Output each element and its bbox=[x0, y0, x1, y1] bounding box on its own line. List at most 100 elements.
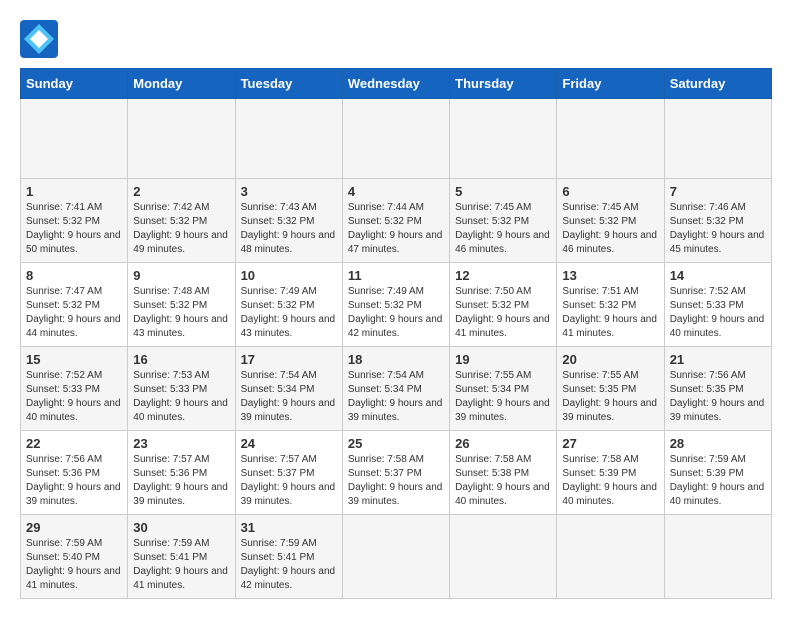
day-info: Sunrise: 7:41 AMSunset: 5:32 PMDaylight:… bbox=[26, 202, 121, 255]
weekday-header: Saturday bbox=[664, 69, 771, 99]
calendar-cell bbox=[450, 99, 557, 179]
calendar-week-row: 8 Sunrise: 7:47 AMSunset: 5:32 PMDayligh… bbox=[21, 263, 772, 347]
calendar-cell: 6 Sunrise: 7:45 AMSunset: 5:32 PMDayligh… bbox=[557, 179, 664, 263]
day-info: Sunrise: 7:46 AMSunset: 5:32 PMDaylight:… bbox=[670, 202, 765, 255]
day-info: Sunrise: 7:51 AMSunset: 5:32 PMDaylight:… bbox=[562, 286, 657, 339]
calendar-cell: 11 Sunrise: 7:49 AMSunset: 5:32 PMDaylig… bbox=[342, 263, 449, 347]
calendar-cell: 27 Sunrise: 7:58 AMSunset: 5:39 PMDaylig… bbox=[557, 431, 664, 515]
day-info: Sunrise: 7:55 AMSunset: 5:34 PMDaylight:… bbox=[455, 370, 550, 423]
day-number: 15 bbox=[26, 352, 122, 367]
calendar-cell bbox=[557, 515, 664, 599]
day-number: 28 bbox=[670, 436, 766, 451]
day-number: 30 bbox=[133, 520, 229, 535]
calendar-cell: 26 Sunrise: 7:58 AMSunset: 5:38 PMDaylig… bbox=[450, 431, 557, 515]
calendar-cell bbox=[342, 515, 449, 599]
day-info: Sunrise: 7:56 AMSunset: 5:35 PMDaylight:… bbox=[670, 370, 765, 423]
calendar-week-row: 1 Sunrise: 7:41 AMSunset: 5:32 PMDayligh… bbox=[21, 179, 772, 263]
day-number: 19 bbox=[455, 352, 551, 367]
day-info: Sunrise: 7:43 AMSunset: 5:32 PMDaylight:… bbox=[241, 202, 336, 255]
day-number: 7 bbox=[670, 184, 766, 199]
day-info: Sunrise: 7:55 AMSunset: 5:35 PMDaylight:… bbox=[562, 370, 657, 423]
calendar-cell: 23 Sunrise: 7:57 AMSunset: 5:36 PMDaylig… bbox=[128, 431, 235, 515]
day-info: Sunrise: 7:47 AMSunset: 5:32 PMDaylight:… bbox=[26, 286, 121, 339]
day-number: 14 bbox=[670, 268, 766, 283]
day-number: 31 bbox=[241, 520, 337, 535]
calendar-cell: 8 Sunrise: 7:47 AMSunset: 5:32 PMDayligh… bbox=[21, 263, 128, 347]
calendar-cell bbox=[235, 99, 342, 179]
day-number: 21 bbox=[670, 352, 766, 367]
weekday-header: Thursday bbox=[450, 69, 557, 99]
day-number: 26 bbox=[455, 436, 551, 451]
day-info: Sunrise: 7:52 AMSunset: 5:33 PMDaylight:… bbox=[26, 370, 121, 423]
calendar-cell: 2 Sunrise: 7:42 AMSunset: 5:32 PMDayligh… bbox=[128, 179, 235, 263]
calendar-cell bbox=[128, 99, 235, 179]
calendar-cell bbox=[450, 515, 557, 599]
day-info: Sunrise: 7:44 AMSunset: 5:32 PMDaylight:… bbox=[348, 202, 443, 255]
weekday-header: Monday bbox=[128, 69, 235, 99]
calendar-cell: 28 Sunrise: 7:59 AMSunset: 5:39 PMDaylig… bbox=[664, 431, 771, 515]
day-number: 12 bbox=[455, 268, 551, 283]
day-info: Sunrise: 7:59 AMSunset: 5:40 PMDaylight:… bbox=[26, 538, 121, 591]
calendar-cell bbox=[21, 99, 128, 179]
day-info: Sunrise: 7:59 AMSunset: 5:39 PMDaylight:… bbox=[670, 454, 765, 507]
day-number: 2 bbox=[133, 184, 229, 199]
day-info: Sunrise: 7:59 AMSunset: 5:41 PMDaylight:… bbox=[133, 538, 228, 591]
logo bbox=[20, 20, 62, 58]
calendar-cell: 31 Sunrise: 7:59 AMSunset: 5:41 PMDaylig… bbox=[235, 515, 342, 599]
day-number: 5 bbox=[455, 184, 551, 199]
calendar-cell bbox=[664, 99, 771, 179]
calendar-cell: 9 Sunrise: 7:48 AMSunset: 5:32 PMDayligh… bbox=[128, 263, 235, 347]
day-number: 23 bbox=[133, 436, 229, 451]
day-info: Sunrise: 7:45 AMSunset: 5:32 PMDaylight:… bbox=[455, 202, 550, 255]
calendar-week-row: 15 Sunrise: 7:52 AMSunset: 5:33 PMDaylig… bbox=[21, 347, 772, 431]
calendar-cell: 1 Sunrise: 7:41 AMSunset: 5:32 PMDayligh… bbox=[21, 179, 128, 263]
day-number: 13 bbox=[562, 268, 658, 283]
calendar-cell bbox=[557, 99, 664, 179]
day-info: Sunrise: 7:45 AMSunset: 5:32 PMDaylight:… bbox=[562, 202, 657, 255]
day-info: Sunrise: 7:48 AMSunset: 5:32 PMDaylight:… bbox=[133, 286, 228, 339]
day-number: 18 bbox=[348, 352, 444, 367]
day-info: Sunrise: 7:42 AMSunset: 5:32 PMDaylight:… bbox=[133, 202, 228, 255]
day-info: Sunrise: 7:59 AMSunset: 5:41 PMDaylight:… bbox=[241, 538, 336, 591]
day-number: 29 bbox=[26, 520, 122, 535]
calendar-cell: 24 Sunrise: 7:57 AMSunset: 5:37 PMDaylig… bbox=[235, 431, 342, 515]
calendar-cell: 16 Sunrise: 7:53 AMSunset: 5:33 PMDaylig… bbox=[128, 347, 235, 431]
day-number: 24 bbox=[241, 436, 337, 451]
day-number: 6 bbox=[562, 184, 658, 199]
calendar-cell: 12 Sunrise: 7:50 AMSunset: 5:32 PMDaylig… bbox=[450, 263, 557, 347]
day-info: Sunrise: 7:56 AMSunset: 5:36 PMDaylight:… bbox=[26, 454, 121, 507]
day-number: 17 bbox=[241, 352, 337, 367]
weekday-header: Sunday bbox=[21, 69, 128, 99]
day-info: Sunrise: 7:53 AMSunset: 5:33 PMDaylight:… bbox=[133, 370, 228, 423]
calendar-cell: 19 Sunrise: 7:55 AMSunset: 5:34 PMDaylig… bbox=[450, 347, 557, 431]
day-info: Sunrise: 7:49 AMSunset: 5:32 PMDaylight:… bbox=[241, 286, 336, 339]
day-number: 1 bbox=[26, 184, 122, 199]
weekday-header: Friday bbox=[557, 69, 664, 99]
calendar-cell: 10 Sunrise: 7:49 AMSunset: 5:32 PMDaylig… bbox=[235, 263, 342, 347]
calendar-table: SundayMondayTuesdayWednesdayThursdayFrid… bbox=[20, 68, 772, 599]
calendar-cell: 5 Sunrise: 7:45 AMSunset: 5:32 PMDayligh… bbox=[450, 179, 557, 263]
day-number: 22 bbox=[26, 436, 122, 451]
day-number: 27 bbox=[562, 436, 658, 451]
calendar-cell bbox=[664, 515, 771, 599]
calendar-cell: 3 Sunrise: 7:43 AMSunset: 5:32 PMDayligh… bbox=[235, 179, 342, 263]
calendar-cell: 22 Sunrise: 7:56 AMSunset: 5:36 PMDaylig… bbox=[21, 431, 128, 515]
day-info: Sunrise: 7:57 AMSunset: 5:37 PMDaylight:… bbox=[241, 454, 336, 507]
day-number: 16 bbox=[133, 352, 229, 367]
day-number: 10 bbox=[241, 268, 337, 283]
day-info: Sunrise: 7:54 AMSunset: 5:34 PMDaylight:… bbox=[348, 370, 443, 423]
page-header bbox=[20, 20, 772, 58]
calendar-cell: 7 Sunrise: 7:46 AMSunset: 5:32 PMDayligh… bbox=[664, 179, 771, 263]
day-info: Sunrise: 7:58 AMSunset: 5:38 PMDaylight:… bbox=[455, 454, 550, 507]
calendar-cell: 17 Sunrise: 7:54 AMSunset: 5:34 PMDaylig… bbox=[235, 347, 342, 431]
calendar-cell: 15 Sunrise: 7:52 AMSunset: 5:33 PMDaylig… bbox=[21, 347, 128, 431]
calendar-cell bbox=[342, 99, 449, 179]
day-info: Sunrise: 7:57 AMSunset: 5:36 PMDaylight:… bbox=[133, 454, 228, 507]
day-number: 20 bbox=[562, 352, 658, 367]
day-number: 8 bbox=[26, 268, 122, 283]
day-number: 11 bbox=[348, 268, 444, 283]
calendar-cell: 13 Sunrise: 7:51 AMSunset: 5:32 PMDaylig… bbox=[557, 263, 664, 347]
weekday-header: Tuesday bbox=[235, 69, 342, 99]
day-number: 25 bbox=[348, 436, 444, 451]
calendar-week-row bbox=[21, 99, 772, 179]
